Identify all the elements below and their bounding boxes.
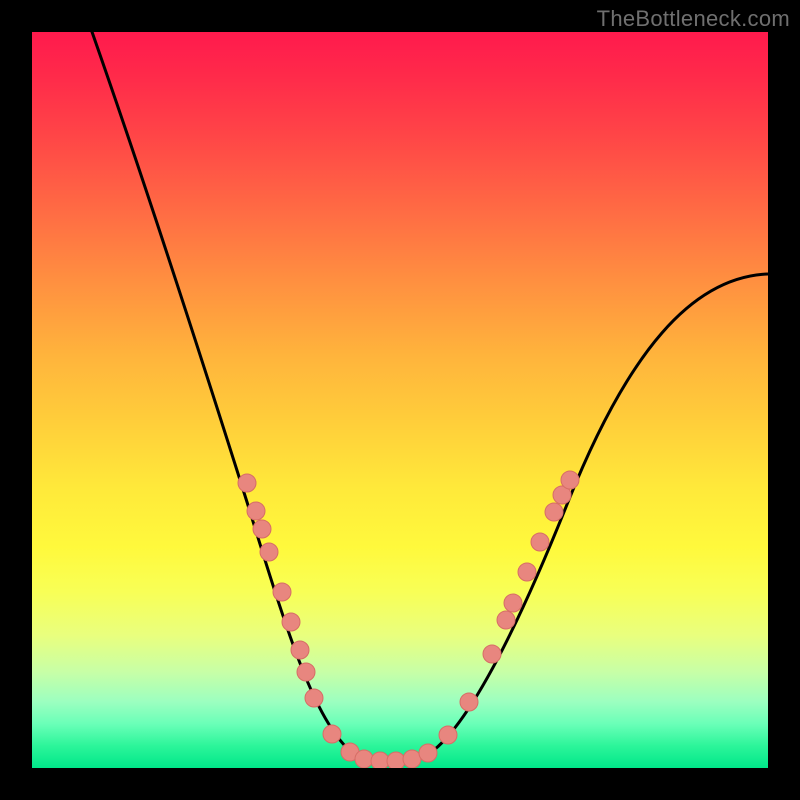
curve-marker — [371, 752, 389, 768]
chart-frame: TheBottleneck.com — [0, 0, 800, 800]
curve-marker — [355, 750, 373, 768]
curve-marker — [439, 726, 457, 744]
curve-marker — [531, 533, 549, 551]
curve-marker — [273, 583, 291, 601]
curve-marker — [518, 563, 536, 581]
curve-marker — [460, 693, 478, 711]
curve-marker — [253, 520, 271, 538]
curve-marker — [504, 594, 522, 612]
curve-marker — [545, 503, 563, 521]
curve-marker — [497, 611, 515, 629]
curve-marker — [483, 645, 501, 663]
curve-marker — [238, 474, 256, 492]
curve-marker — [291, 641, 309, 659]
curve-marker — [419, 744, 437, 762]
curve-svg — [32, 32, 768, 768]
curve-marker — [403, 750, 421, 768]
curve-marker — [305, 689, 323, 707]
curve-markers — [238, 471, 579, 768]
curve-marker — [323, 725, 341, 743]
curve-marker — [297, 663, 315, 681]
curve-marker — [561, 471, 579, 489]
curve-marker — [282, 613, 300, 631]
curve-marker — [247, 502, 265, 520]
plot-area — [32, 32, 768, 768]
curve-marker — [260, 543, 278, 561]
bottleneck-curve — [85, 32, 768, 765]
curve-marker — [387, 752, 405, 768]
watermark-text: TheBottleneck.com — [597, 6, 790, 32]
